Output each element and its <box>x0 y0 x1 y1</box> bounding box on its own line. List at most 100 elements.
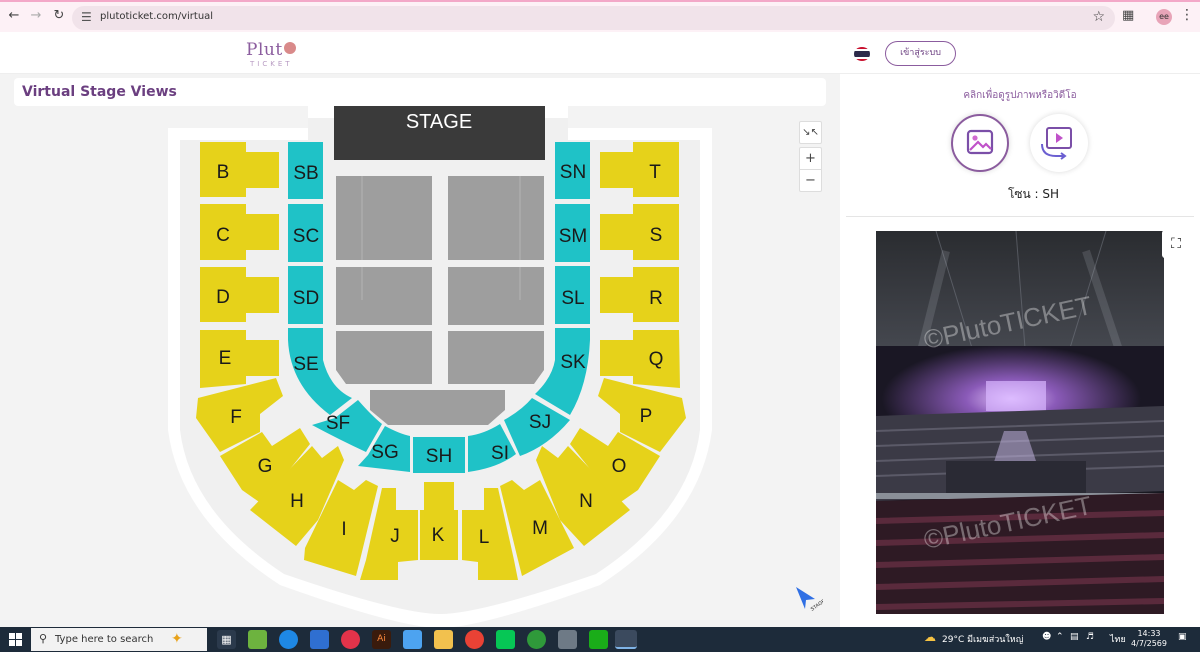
zone-K[interactable] <box>420 482 458 560</box>
reload-icon[interactable]: ↻ <box>50 8 68 23</box>
site-logo[interactable]: Plut TICKET <box>246 40 296 68</box>
zone-label: SE <box>293 354 318 375</box>
store-icon[interactable] <box>403 630 422 649</box>
wechat-icon[interactable] <box>589 630 608 649</box>
show-hidden-icon[interactable]: ⌃ <box>1056 632 1064 642</box>
zone-label: R <box>649 288 663 309</box>
floor-block[interactable] <box>336 267 432 325</box>
zoom-out-button[interactable]: − <box>799 169 822 192</box>
media-hint: คลิกเพื่อดูรูปภาพหรือวิดีโอ <box>963 90 1077 101</box>
zone-label: SF <box>326 413 350 434</box>
input-language[interactable]: ไทย <box>1110 632 1126 646</box>
task-view-icon[interactable]: ▦ <box>217 630 236 649</box>
zone-label: SL <box>561 288 584 309</box>
browser-toolbar: ← → ↻ ☰ plutoticket.com/virtual ☆ ▦ ee ⋮ <box>0 0 1200 32</box>
notification-icon[interactable]: ▣ <box>1178 632 1187 642</box>
floor-block[interactable] <box>336 331 432 384</box>
clock[interactable]: 14:33 4/7/2569 <box>1128 629 1170 649</box>
line-icon[interactable] <box>496 630 515 649</box>
image-icon <box>966 129 994 155</box>
photo-view-button[interactable] <box>951 114 1009 172</box>
browser-menu-icon[interactable]: ⋮ <box>1180 7 1194 23</box>
thai-flag-icon[interactable] <box>854 47 870 61</box>
zone-label: C <box>216 225 230 246</box>
chrome-icon[interactable] <box>465 630 484 649</box>
selected-zone: โซน : SH <box>1007 187 1060 201</box>
logo-sub: TICKET <box>250 60 293 68</box>
zone-label: D <box>216 287 230 308</box>
volume-icon[interactable]: ♬ <box>1086 632 1094 642</box>
zone-label: SC <box>293 226 319 247</box>
profile-avatar[interactable]: ee <box>1156 9 1172 25</box>
stage-direction-label: STAGE <box>810 598 823 613</box>
zone-label: Q <box>649 349 664 370</box>
weather-icon: ☁ <box>924 630 936 644</box>
zone-label: SI <box>491 443 509 464</box>
calculator-icon[interactable] <box>558 630 577 649</box>
view-panel: คลิกเพื่อดูรูปภาพหรือวิดีโอ โซน : SH ©Pl… <box>840 74 1200 627</box>
zone-label: N <box>579 491 593 512</box>
video-view-button[interactable] <box>1030 114 1088 172</box>
collapse-icon[interactable]: ↘↖ <box>799 121 822 144</box>
file-explorer-icon[interactable] <box>434 630 453 649</box>
floor-block[interactable] <box>336 176 432 260</box>
zone-label: SN <box>560 162 586 183</box>
zone-label: T <box>649 162 661 183</box>
forward-icon[interactable]: → <box>27 8 45 23</box>
logo-word: Plut <box>246 40 283 60</box>
site-header: Plut TICKET เข้าสู่ระบบ <box>0 32 1200 74</box>
illustrator-icon[interactable]: Ai <box>372 630 391 649</box>
app-icon[interactable] <box>248 630 267 649</box>
address-bar[interactable]: ☰ plutoticket.com/virtual ☆ <box>72 6 1115 30</box>
zone-label: K <box>432 525 445 546</box>
windows-taskbar: ⚲ Type here to search ✦ ▦ Ai ☁ 29°C มีเม… <box>0 627 1200 652</box>
taskbar-search[interactable]: ⚲ Type here to search ✦ <box>31 628 207 651</box>
zone-label: SJ <box>529 412 551 433</box>
people-icon[interactable]: ☻ <box>1042 632 1051 642</box>
site-info-icon[interactable]: ☰ <box>81 10 92 24</box>
zone-label: G <box>258 456 273 477</box>
extensions-icon[interactable]: ▦ <box>1122 8 1134 23</box>
zone-label: M <box>532 518 548 539</box>
zoom-in-button[interactable]: + <box>799 147 822 170</box>
zone-label: S <box>650 225 663 246</box>
zone-label: B <box>217 162 230 183</box>
zone-label: E <box>219 348 232 369</box>
network-icon[interactable]: ▤ <box>1070 632 1079 642</box>
search-icon: ⚲ <box>39 632 48 645</box>
stage-label: STAGE <box>406 111 472 133</box>
edge-icon[interactable] <box>279 630 298 649</box>
weather-text[interactable]: 29°C มีเมฆส่วนใหญ่ <box>942 632 1023 646</box>
zone-label: SB <box>293 163 318 184</box>
clock-date: 4/7/2569 <box>1131 639 1167 648</box>
chrome-active-icon[interactable] <box>615 630 637 649</box>
zone-label: H <box>290 491 304 512</box>
logo-ball-icon <box>283 42 296 54</box>
divider <box>846 216 1194 217</box>
clock-time: 14:33 <box>1137 629 1161 638</box>
bookmark-star-icon[interactable]: ☆ <box>1092 9 1105 25</box>
app-icon[interactable] <box>527 630 546 649</box>
video-icon <box>1041 127 1072 160</box>
login-button[interactable]: เข้าสู่ระบบ <box>885 41 956 66</box>
floor-block[interactable] <box>370 390 505 425</box>
zone-label: L <box>479 527 490 548</box>
media-player-icon[interactable] <box>341 630 360 649</box>
floor-block[interactable] <box>448 176 544 260</box>
floor-block[interactable] <box>448 267 544 325</box>
search-placeholder: Type here to search <box>55 634 154 645</box>
windows-start-icon[interactable] <box>9 633 22 646</box>
zone-label: J <box>390 526 400 547</box>
venue-photo[interactable]: ©PlutoTICKET ©PlutoTICKET <box>876 231 1164 614</box>
back-icon[interactable]: ← <box>5 8 23 23</box>
zone-label: SK <box>560 352 586 373</box>
mail-icon[interactable] <box>310 630 329 649</box>
floor-block[interactable] <box>448 331 544 384</box>
stage-direction-icon: STAGE <box>796 587 823 613</box>
search-highlight-icon: ✦ <box>171 631 183 647</box>
seating-map: STAGE B C D E F G H I J K L M N O P Q R … <box>168 106 712 627</box>
url-text: plutoticket.com/virtual <box>100 11 214 22</box>
zone-label: O <box>612 456 627 477</box>
zone-label: SM <box>559 226 588 247</box>
fullscreen-icon[interactable]: ⛶ <box>1162 230 1190 258</box>
